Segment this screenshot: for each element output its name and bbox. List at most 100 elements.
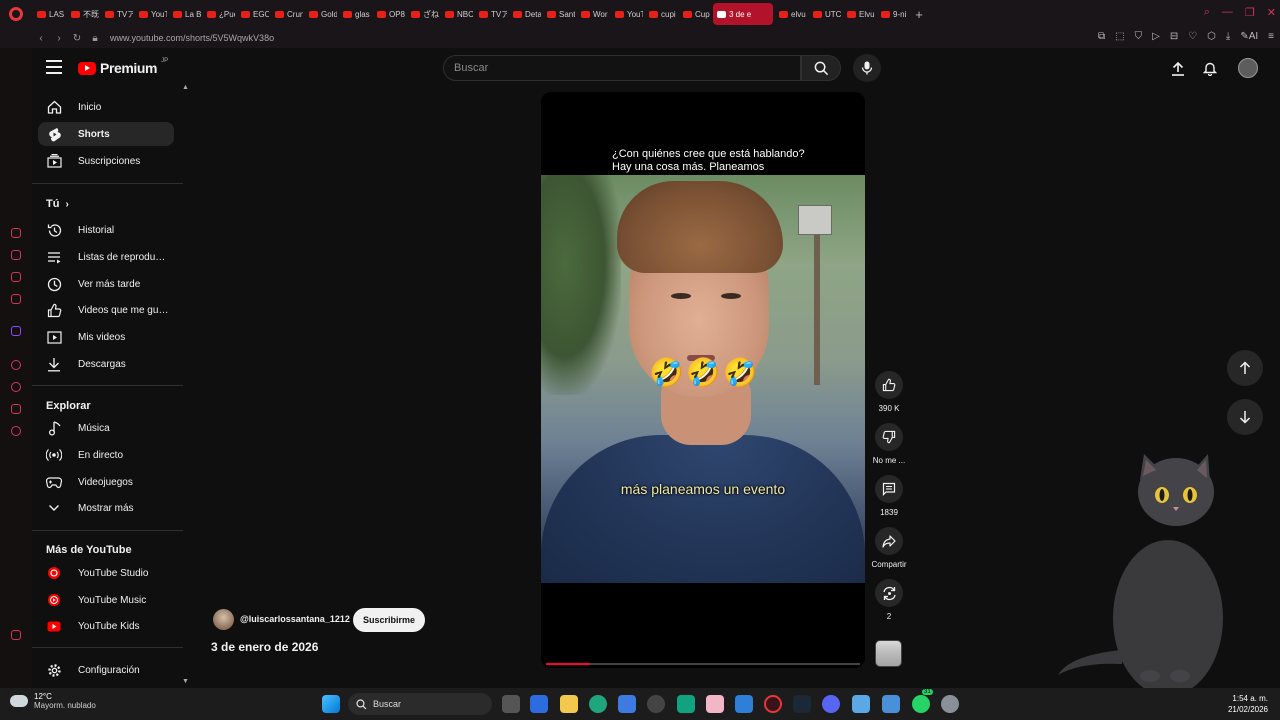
aria-ai-icon[interactable]: ✎AI [1240,31,1258,42]
browser-tab[interactable]: 9-ni [877,3,909,25]
browser-tab[interactable]: EGO [237,3,269,25]
history-side-icon[interactable] [11,382,21,392]
comments-button[interactable] [875,475,903,503]
forward-icon[interactable]: › [50,33,68,44]
browser-tab[interactable]: elvu [775,3,807,25]
notifications-button[interactable] [1200,58,1220,78]
browser-tab[interactable]: LAS [33,3,65,25]
minimize-icon[interactable]: — [1222,6,1233,19]
sidebar-item-my-videos[interactable]: Mis videos [38,325,174,349]
news-icon[interactable] [530,695,548,713]
store-icon[interactable] [618,695,636,713]
browser-tab[interactable]: ¿Pue [203,3,235,25]
video-progress-bar[interactable] [546,663,860,665]
menu-icon[interactable]: ≡ [1268,31,1274,42]
sidebar-item-subscriptions[interactable]: Suscripciones [38,149,174,173]
subscribe-button[interactable]: Suscribirme [353,608,425,632]
sidebar-item-yt-music[interactable]: YouTube Music [38,588,174,612]
task-view-icon[interactable] [502,695,520,713]
browser-tab[interactable]: OP8 [373,3,405,25]
weather-widget[interactable]: 12°C Mayorm. nublado [10,692,96,710]
sidebar-item-music[interactable]: Música [38,416,174,440]
sidebar-scroll-down-icon[interactable]: ▼ [182,678,189,685]
snapshot-icon[interactable]: ⧉ [1098,31,1105,42]
upload-button[interactable] [1168,58,1188,78]
paint-icon[interactable] [882,695,900,713]
settings-app-icon[interactable] [941,695,959,713]
sound-thumbnail[interactable] [875,640,902,667]
opera-taskbar-icon[interactable] [764,695,782,713]
browser-tab[interactable]: Cup [679,3,711,25]
browser-tab[interactable]: Sant [543,3,575,25]
browser-tab[interactable]: Elvu [843,3,875,25]
previous-short-button[interactable] [1227,350,1263,386]
browser-tab[interactable]: Deta [509,3,541,25]
browser-tab[interactable]: La B [169,3,201,25]
browser-tab[interactable]: YouT [135,3,167,25]
sidebar-item-home[interactable]: Inicio [38,95,174,119]
voice-search-button[interactable] [853,54,881,82]
file-explorer-icon[interactable] [560,695,578,713]
sidebar-item-liked[interactable]: Videos que me gus... [38,298,174,322]
wallet-icon[interactable] [11,630,21,640]
taskbar-search[interactable]: Buscar [348,693,492,715]
shield-icon[interactable]: ⛉ [1135,31,1143,42]
system-clock[interactable]: 1:54 a. m. 21/02/2026 [1228,693,1268,715]
new-tab-button[interactable]: + [910,7,928,22]
browser-tab[interactable]: Wor [577,3,609,25]
sidebar-scroll-up-icon[interactable]: ▲ [182,84,189,91]
twitch-icon[interactable] [11,326,21,336]
sidebar-item-show-more[interactable]: Mostrar más [38,496,174,520]
browser-tab[interactable]: cupi [645,3,677,25]
browser-tab-active[interactable]: 3 de e [713,3,773,25]
mail-icon[interactable] [735,695,753,713]
browser-tab[interactable]: TVア [101,3,133,25]
opera-menu-button[interactable] [0,0,32,28]
browser-tab[interactable]: glas [339,3,371,25]
search-input[interactable]: Buscar [443,55,801,81]
share-button[interactable] [875,527,903,555]
bookmark-icon[interactable]: ⊟ [1170,31,1178,42]
like-button[interactable] [875,371,903,399]
url-field[interactable]: www.youtube.com/shorts/5V5WqwkV38o [110,33,274,43]
app-green-icon[interactable] [677,695,695,713]
hamburger-menu-icon[interactable] [46,60,62,74]
extensions-icon[interactable]: ⬡ [1207,31,1216,42]
steam-icon[interactable] [793,695,811,713]
shorts-player[interactable]: ¿Con quiénes cree que está hablando? Hay… [541,92,865,668]
discord-icon[interactable] [822,695,840,713]
browser-tab[interactable]: YouT [611,3,643,25]
account-avatar[interactable] [1238,58,1258,78]
gmail-icon[interactable] [11,294,21,304]
dislike-button[interactable] [875,423,903,451]
sidebar-item-yt-kids[interactable]: YouTube Kids [38,614,174,638]
sidebar-item-history[interactable]: Historial [38,218,174,242]
settings-side-icon[interactable] [11,426,21,436]
app-pink-icon[interactable] [706,695,724,713]
crop-icon[interactable]: ⬚ [1115,31,1124,42]
browser-tab[interactable]: TVア [475,3,507,25]
chatgpt-app-icon[interactable] [647,695,665,713]
sidebar-item-live[interactable]: En directo [38,443,174,467]
sidebar-item-downloads[interactable]: Descargas [38,352,174,376]
browser-tab[interactable]: Gold [305,3,337,25]
search-tabs-icon[interactable]: ⌕ [1204,6,1210,19]
close-icon[interactable]: ✕ [1267,6,1276,19]
browser-tab[interactable]: NBC [441,3,473,25]
photos-icon[interactable] [852,695,870,713]
player-side-icon[interactable] [11,360,21,370]
player-icon[interactable]: ▷ [1152,31,1160,42]
whatsapp-icon[interactable]: 31 [912,689,933,713]
next-short-button[interactable] [1227,399,1263,435]
maximize-icon[interactable]: ❐ [1245,6,1255,19]
windows-start-icon[interactable] [322,695,340,713]
channel-handle[interactable]: @luiscarlossantana_1212 [240,614,350,624]
browser-tab[interactable]: ざね [407,3,439,25]
reload-icon[interactable]: ↻ [68,33,86,44]
you-section-heading[interactable]: Tú › [46,198,69,210]
sidebar-item-watch-later[interactable]: Ver más tarde [38,272,174,296]
browser-tab[interactable]: UTC [809,3,841,25]
sidebar-item-settings[interactable]: Configuración [38,658,174,682]
sidebar-item-playlists[interactable]: Listas de reproducc... [38,245,174,269]
pinboard-icon[interactable] [11,404,21,414]
